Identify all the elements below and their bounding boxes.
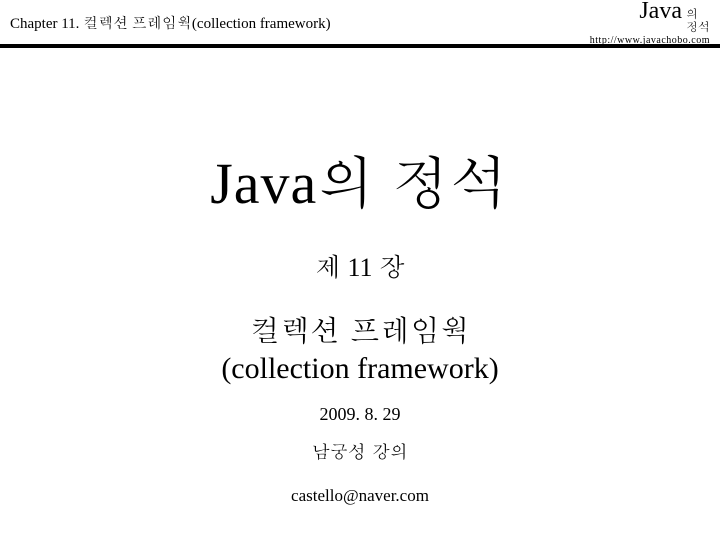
chapter-title-english: (collection framework) xyxy=(221,352,498,386)
header-url: http://www.javachobo.com xyxy=(590,35,710,46)
brand-small-2: 정석 xyxy=(686,18,710,35)
chapter-date: 2009. 8. 29 xyxy=(320,404,401,425)
chapter-title-korean: 컬렉션 프레임웍 xyxy=(250,308,470,350)
chapter-number: 제 11 장 xyxy=(315,248,405,284)
brand-small-text: 의 정석 xyxy=(686,7,710,33)
main-title: Java의 정석 xyxy=(210,138,510,220)
slide-content: Java의 정석 제 11 장 컬렉션 프레임웍 (collection fra… xyxy=(0,48,720,506)
header-bar: Chapter 11. 컬렉션 프레임웍(collection framewor… xyxy=(0,0,720,48)
header-brand-block: Java 의 정석 http://www.javachobo.com xyxy=(590,0,710,46)
contact-email: castello@naver.com xyxy=(291,486,429,506)
lecturer-name: 남궁성 강의 xyxy=(312,439,408,464)
header-brand-row: Java 의 정석 xyxy=(639,0,710,33)
brand-java-text: Java xyxy=(639,0,682,25)
header-chapter-title: Chapter 11. 컬렉션 프레임웍(collection framewor… xyxy=(10,12,331,33)
